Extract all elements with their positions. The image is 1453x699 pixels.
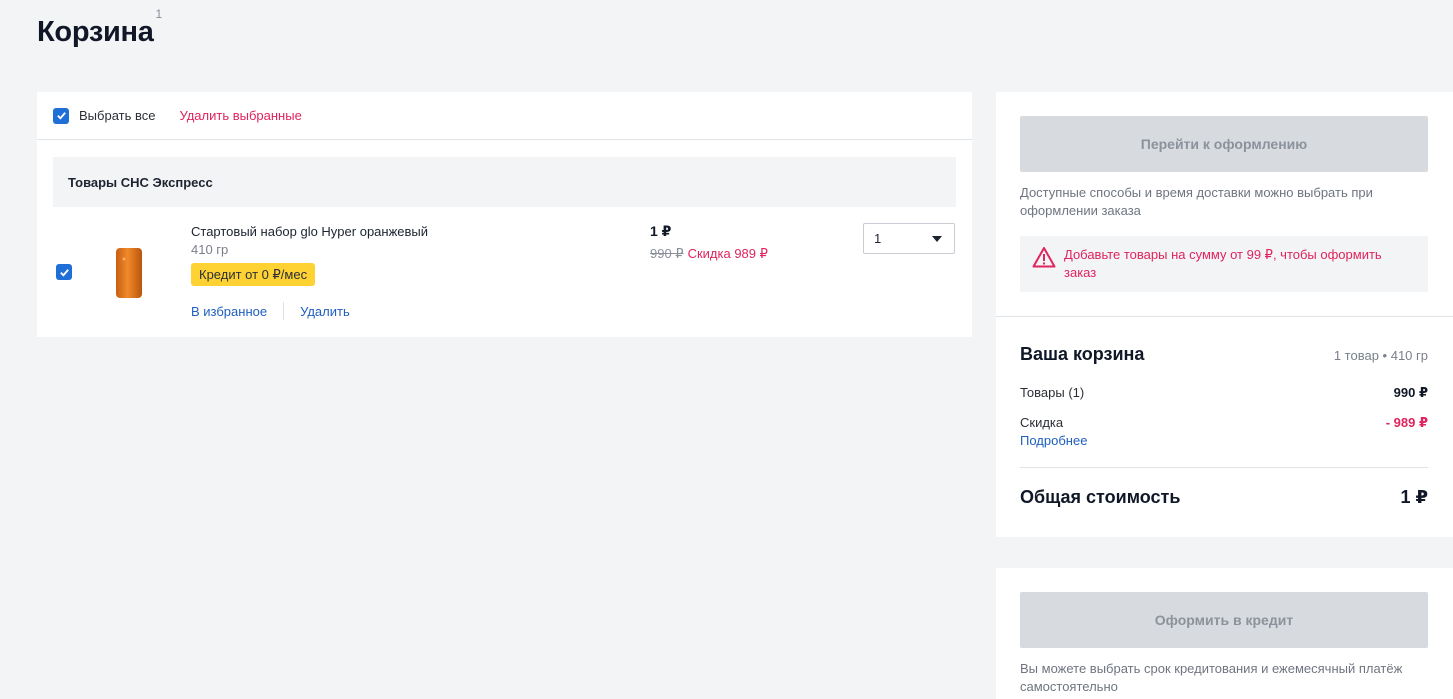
summary-meta: 1 товар • 410 гр [1333, 348, 1428, 363]
summary-title: Ваша корзина [1020, 344, 1145, 364]
order-summary-panel: Перейти к оформлению Доступные способы и… [996, 92, 1453, 537]
warning-text: Добавьте товары на сумму от 99 ₽, чтобы … [1064, 247, 1382, 280]
link-divider [283, 302, 285, 320]
divider [996, 316, 1453, 317]
warning-icon [1032, 247, 1056, 268]
goods-label: Товары (1) [1020, 385, 1085, 400]
select-all-label[interactable]: Выбрать все [79, 108, 155, 123]
quantity-select[interactable]: 1 [863, 223, 955, 254]
page-title: Корзина1 [37, 7, 162, 49]
cart-panel: Выбрать все Удалить выбранные Товары СНС… [37, 92, 972, 337]
seller-group-header: Товары СНС Экспресс [53, 157, 956, 207]
product-weight: 410 гр [191, 242, 229, 257]
select-bar: Выбрать все Удалить выбранные [37, 92, 972, 140]
item-price: 1 ₽ [650, 223, 672, 239]
checkout-button[interactable]: Перейти к оформлению [1020, 116, 1428, 172]
discount-value: - 989 ₽ [1385, 415, 1428, 430]
credit-badge[interactable]: Кредит от 0 ₽/мес [191, 263, 316, 286]
chevron-down-icon [932, 235, 942, 242]
product-name[interactable]: Стартовый набор glo Hyper оранжевый [191, 224, 428, 239]
delete-item-link[interactable]: Удалить [300, 304, 350, 319]
delete-selected-button[interactable]: Удалить выбранные [179, 108, 301, 123]
delivery-note: Доступные способы и время доставки можно… [1020, 185, 1373, 218]
cart-count: 1 [155, 7, 163, 22]
select-all-checkbox[interactable] [53, 107, 69, 124]
quantity-value: 1 [874, 231, 882, 246]
divider [1020, 467, 1428, 468]
total-value: 1 ₽ [1400, 487, 1428, 507]
item-checkbox[interactable] [56, 264, 72, 280]
min-order-warning: Добавьте товары на сумму от 99 ₽, чтобы … [1020, 236, 1428, 292]
item-actions: В избранное Удалить [191, 302, 350, 320]
credit-panel: Оформить в кредит Вы можете выбрать срок… [996, 568, 1453, 699]
discount-label: Скидка [1020, 415, 1064, 430]
page-title-text: Корзина [37, 16, 154, 48]
item-price-details: 990 ₽ Скидка 989 ₽ [650, 246, 768, 262]
discount-details-link[interactable]: Подробнее [1020, 433, 1087, 448]
credit-checkout-button[interactable]: Оформить в кредит [1020, 592, 1428, 648]
total-label: Общая стоимость [1020, 487, 1181, 507]
discount-amount: Скидка 989 ₽ [687, 246, 768, 261]
add-to-favorites-link[interactable]: В избранное [191, 304, 267, 319]
check-icon [56, 112, 66, 120]
check-icon [59, 268, 69, 277]
product-image[interactable] [115, 247, 143, 299]
old-price: 990 ₽ [650, 246, 684, 261]
goods-value: 990 ₽ [1393, 385, 1428, 400]
credit-note: Вы можете выбрать срок кредитования и еж… [1020, 661, 1403, 694]
